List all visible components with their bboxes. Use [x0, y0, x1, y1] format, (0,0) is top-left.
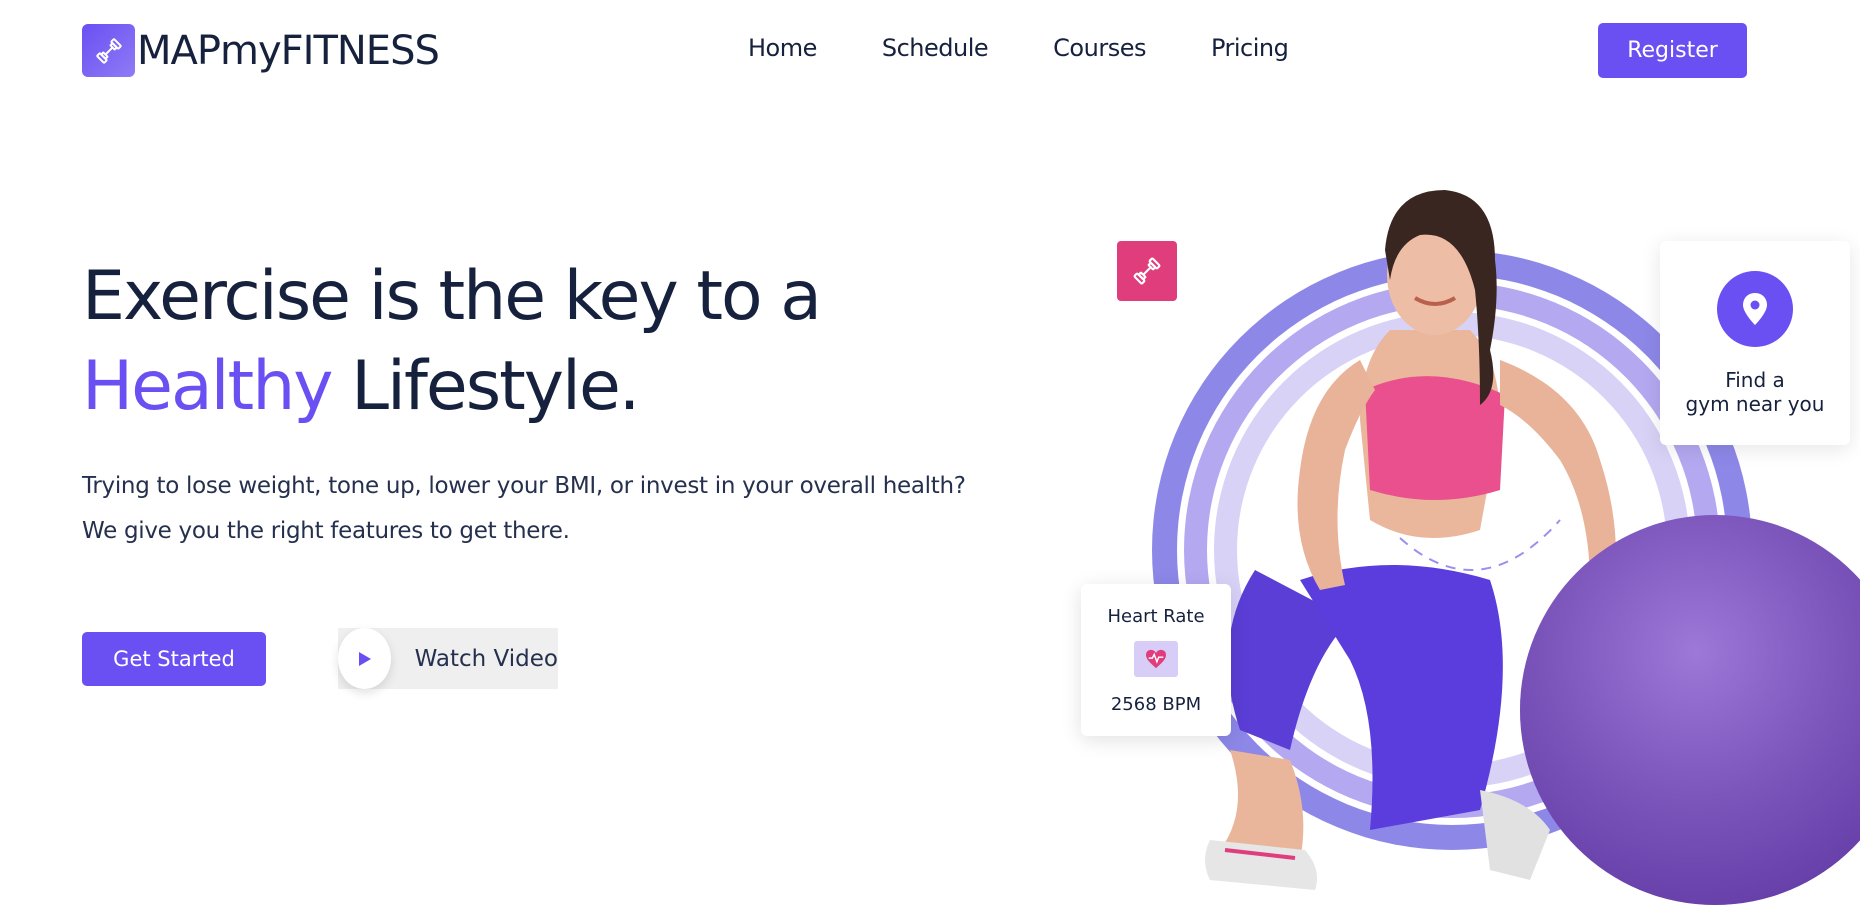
- page: MAPmyFITNESS Home Schedule Courses Prici…: [0, 0, 1860, 914]
- subtext-line-2: We give you the right features to get th…: [82, 518, 570, 544]
- headline-line-1: Exercise is the key to a: [82, 257, 822, 336]
- get-started-button[interactable]: Get Started: [82, 632, 266, 686]
- register-button[interactable]: Register: [1598, 23, 1747, 78]
- find-gym-text: Find a gym near you: [1685, 368, 1825, 416]
- nav-item-home[interactable]: Home: [748, 34, 817, 62]
- heart-pulse-icon: [1134, 641, 1178, 677]
- play-icon[interactable]: [338, 628, 391, 689]
- nav-item-pricing[interactable]: Pricing: [1211, 34, 1289, 62]
- watch-video-button[interactable]: Watch Video: [338, 628, 558, 689]
- find-gym-card[interactable]: Find a gym near you: [1660, 241, 1850, 445]
- headline-accent-word: Healthy: [82, 347, 334, 426]
- heart-rate-title: Heart Rate: [1107, 606, 1205, 627]
- hero-headline: Exercise is the key to a Healthy Lifesty…: [82, 252, 982, 432]
- nav-item-courses[interactable]: Courses: [1053, 34, 1146, 62]
- location-pin-icon: [1717, 271, 1793, 347]
- nav-item-schedule[interactable]: Schedule: [882, 34, 989, 62]
- brand-name: MAPmyFITNESS: [137, 27, 440, 74]
- navbar: MAPmyFITNESS Home Schedule Courses Prici…: [0, 0, 1860, 100]
- heart-rate-card: Heart Rate 2568 BPM: [1081, 584, 1231, 736]
- heart-rate-value: 2568 BPM: [1110, 694, 1202, 715]
- headline-rest: Lifestyle.: [331, 347, 640, 426]
- subtext-line-1: Trying to lose weight, tone up, lower yo…: [82, 473, 966, 499]
- logo[interactable]: MAPmyFITNESS: [82, 24, 440, 77]
- dumbbell-icon: [82, 24, 135, 77]
- floating-dumbbell-badge: [1117, 241, 1177, 301]
- hero-subtext: Trying to lose weight, tone up, lower yo…: [82, 464, 1012, 554]
- dumbbell-icon: [1133, 257, 1161, 285]
- watch-video-label: Watch Video: [414, 645, 558, 672]
- main-menu: Home Schedule Courses Pricing: [748, 34, 1353, 62]
